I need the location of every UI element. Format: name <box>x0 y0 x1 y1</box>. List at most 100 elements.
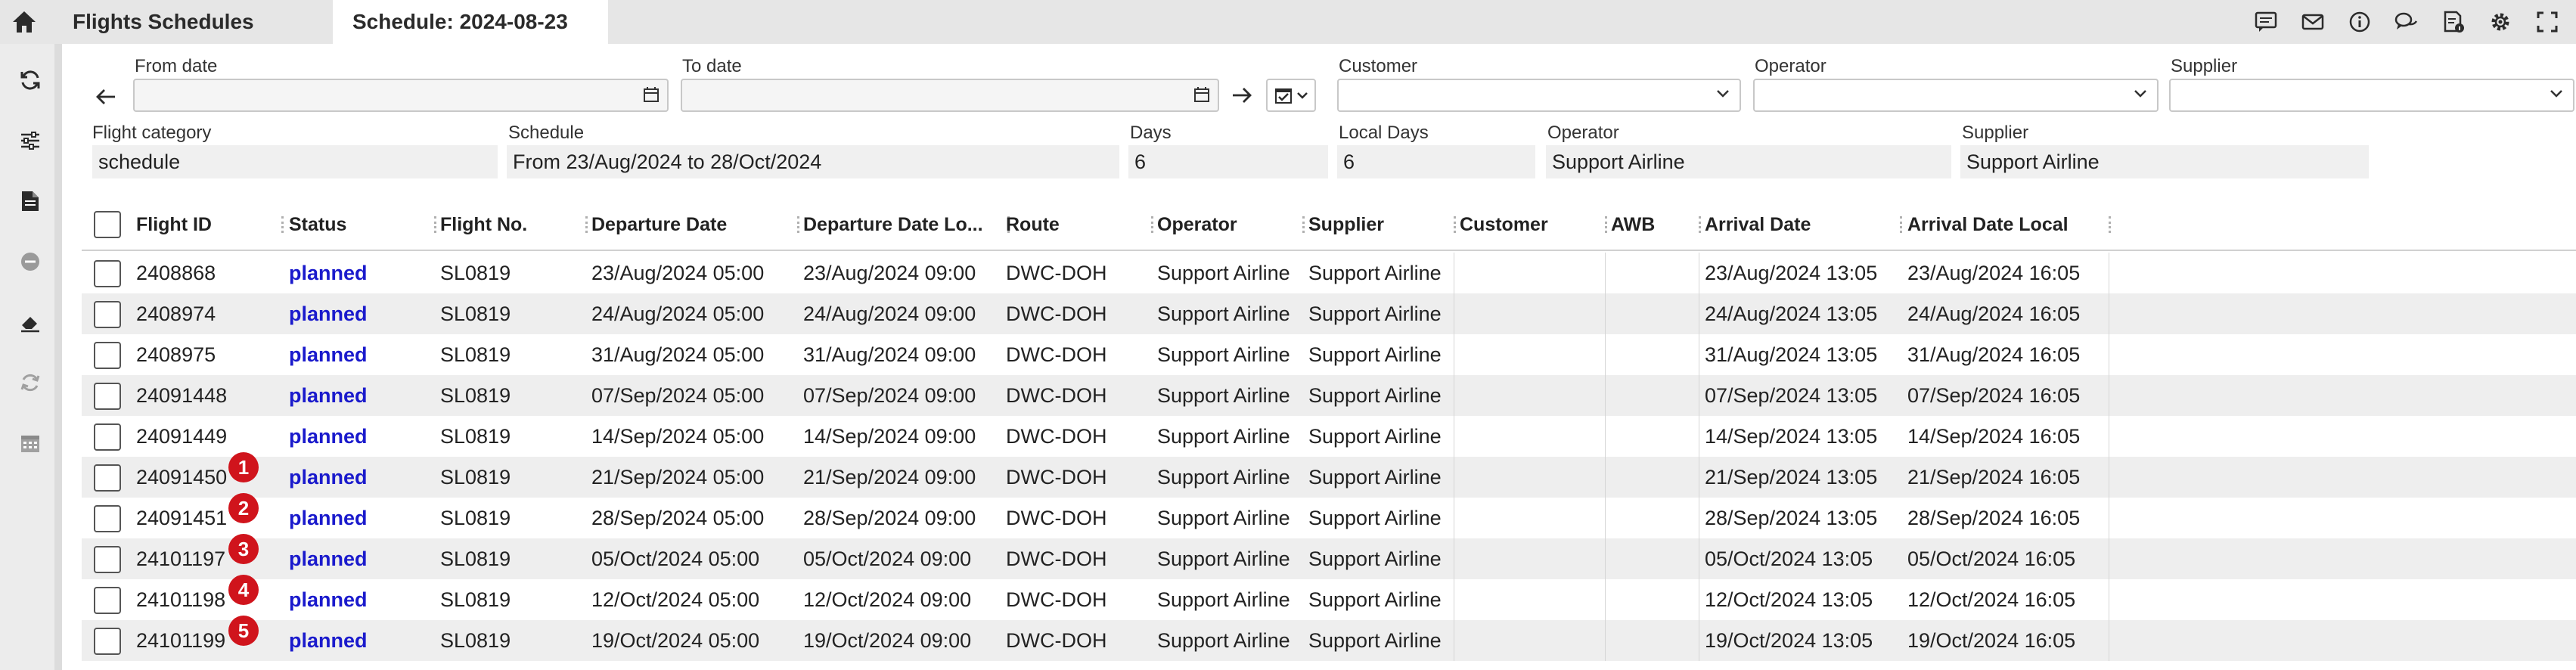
document-button[interactable] <box>9 180 51 222</box>
cell-flight-id: 24091448 <box>136 384 228 407</box>
column-header-operator[interactable]: Operator <box>1157 198 1301 251</box>
column-resizer[interactable] <box>585 216 588 233</box>
select-all-checkbox[interactable] <box>94 211 121 238</box>
document-icon <box>22 191 39 211</box>
column-resizer[interactable] <box>1605 216 1607 233</box>
column-header-flight-no[interactable]: Flight No. <box>440 198 584 251</box>
cell-supplier: Support Airline <box>1308 302 1442 325</box>
cell-departure-date: 28/Sep/2024 05:00 <box>591 507 765 529</box>
column-header-departure-date[interactable]: Departure Date <box>591 198 796 251</box>
supplier-select[interactable] <box>2169 79 2574 112</box>
calendar-small-icon[interactable] <box>643 86 660 107</box>
column-header-flight-id[interactable]: Flight ID <box>136 198 265 251</box>
cell-flight-id: 24091450 <box>136 466 228 489</box>
table-row[interactable]: 24101198 planned SL0819 12/Oct/2024 05:00 12… <box>82 575 2576 620</box>
column-header-supplier[interactable]: Supplier <box>1308 198 1452 251</box>
cell-arrival-date-local: 12/Oct/2024 16:05 <box>1907 588 2076 611</box>
row-checkbox[interactable] <box>94 587 121 614</box>
table-row[interactable]: 24091450 planned SL0819 21/Sep/2024 05:00 21… <box>82 452 2576 498</box>
cell-arrival-date: 14/Sep/2024 13:05 <box>1705 425 1878 448</box>
comment-icon[interactable] <box>2251 7 2281 37</box>
filter-settings-button[interactable] <box>9 119 51 162</box>
cell-arrival-date-local: 24/Aug/2024 16:05 <box>1907 302 2081 325</box>
mail-icon[interactable] <box>2298 7 2328 37</box>
column-resizer[interactable] <box>1900 216 1902 233</box>
info-icon[interactable] <box>2345 7 2375 37</box>
table-row[interactable]: 2408868 planned SL0819 23/Aug/2024 05:00 23/… <box>82 253 2576 293</box>
cell-route: DWC-DOH <box>1006 343 1107 366</box>
eraser-button[interactable] <box>9 301 51 343</box>
row-checkbox[interactable] <box>94 546 121 573</box>
calendar-button[interactable] <box>9 422 51 464</box>
tab-flights-schedules[interactable]: Flights Schedules <box>73 0 254 44</box>
remove-button[interactable] <box>9 240 51 283</box>
row-checkbox[interactable] <box>94 260 121 287</box>
column-header-route[interactable]: Route <box>1006 198 1142 251</box>
sync-button[interactable] <box>9 361 51 404</box>
row-checkbox[interactable] <box>94 464 121 492</box>
flights-table: Flight ID Status Flight No. Departure Da… <box>82 198 2576 670</box>
cell-operator: Support Airline <box>1157 507 1290 529</box>
cell-arrival-date-local: 31/Aug/2024 16:05 <box>1907 343 2081 366</box>
customer-label: Customer <box>1339 56 1418 76</box>
cell-flight-no: SL0819 <box>440 262 511 284</box>
refresh-button[interactable] <box>9 59 51 101</box>
row-checkbox[interactable] <box>94 628 121 655</box>
column-header-customer[interactable]: Customer <box>1460 198 1603 251</box>
previous-button[interactable] <box>91 80 121 113</box>
cell-supplier: Support Airline <box>1308 262 1442 284</box>
column-header-arrival-date[interactable]: Arrival Date <box>1705 198 1894 251</box>
table-row[interactable]: 2408975 planned SL0819 31/Aug/2024 05:00 31/… <box>82 334 2576 375</box>
row-checkbox[interactable] <box>94 301 121 328</box>
cell-route: DWC-DOH <box>1006 302 1107 325</box>
chat-icon[interactable] <box>2391 7 2422 37</box>
cell-route: DWC-DOH <box>1006 384 1107 407</box>
cell-departure-date-local: 07/Sep/2024 09:00 <box>803 384 976 407</box>
column-resizer[interactable] <box>434 216 436 233</box>
column-resizer[interactable] <box>797 216 799 233</box>
table-row[interactable]: 2408974 planned SL0819 24/Aug/2024 05:00 24/… <box>82 293 2576 334</box>
cell-arrival-date: 23/Aug/2024 13:05 <box>1705 262 1878 284</box>
cell-departure-date-local: 31/Aug/2024 09:00 <box>803 343 976 366</box>
column-resizer[interactable] <box>1454 216 1456 233</box>
date-preset-dropdown[interactable] <box>1266 79 1316 112</box>
calendar-small-icon[interactable] <box>1193 86 1210 107</box>
column-resizer[interactable] <box>2109 216 2111 233</box>
gear-icon[interactable] <box>2485 7 2515 37</box>
cell-flight-id: 24101199 <box>136 629 226 652</box>
cell-departure-date: 24/Aug/2024 05:00 <box>591 302 765 325</box>
cell-departure-date: 14/Sep/2024 05:00 <box>591 425 765 448</box>
cell-departure-date-local: 19/Oct/2024 09:00 <box>803 629 972 652</box>
row-checkbox[interactable] <box>94 342 121 369</box>
column-resizer[interactable] <box>1302 216 1305 233</box>
row-checkbox[interactable] <box>94 383 121 410</box>
to-date-field[interactable] <box>681 79 1219 112</box>
table-row[interactable]: 24091451 planned SL0819 28/Sep/2024 05:00 28… <box>82 493 2576 538</box>
row-checkbox[interactable] <box>94 505 121 532</box>
cell-arrival-date: 24/Aug/2024 13:05 <box>1705 302 1878 325</box>
table-row[interactable]: 24091449 planned SL0819 14/Sep/2024 05:00 14… <box>82 416 2576 457</box>
fullscreen-icon[interactable] <box>2532 7 2562 37</box>
table-row[interactable]: 24091448 planned SL0819 07/Sep/2024 05:00 07… <box>82 375 2576 416</box>
column-resizer[interactable] <box>1151 216 1153 233</box>
table-row[interactable]: 24101199 planned SL0819 19/Oct/2024 05:00 19… <box>82 616 2576 661</box>
next-button[interactable] <box>1227 79 1257 112</box>
column-resizer[interactable] <box>281 216 284 233</box>
cell-operator: Support Airline <box>1157 466 1290 489</box>
home-button[interactable] <box>0 0 48 44</box>
row-checkbox[interactable] <box>94 423 121 451</box>
cell-supplier: Support Airline <box>1308 425 1442 448</box>
cell-departure-date-local: 24/Aug/2024 09:00 <box>803 302 976 325</box>
tab-schedule[interactable]: Schedule: 2024-08-23 <box>333 0 608 44</box>
column-header-arrival-date-local[interactable]: Arrival Date Local <box>1907 198 2104 251</box>
customer-select[interactable] <box>1337 79 1741 112</box>
column-resizer[interactable] <box>1699 216 1701 233</box>
cell-operator: Support Airline <box>1157 384 1290 407</box>
column-header-status[interactable]: Status <box>289 198 425 251</box>
column-header-awb[interactable]: AWB <box>1611 198 1694 251</box>
operator-select[interactable] <box>1753 79 2159 112</box>
document-info-icon[interactable] <box>2438 7 2469 37</box>
column-header-departure-date-local[interactable]: Departure Date Lo... <box>803 198 1004 251</box>
table-row[interactable]: 24101197 planned SL0819 05/Oct/2024 05:00 05… <box>82 534 2576 579</box>
from-date-field[interactable] <box>133 79 669 112</box>
